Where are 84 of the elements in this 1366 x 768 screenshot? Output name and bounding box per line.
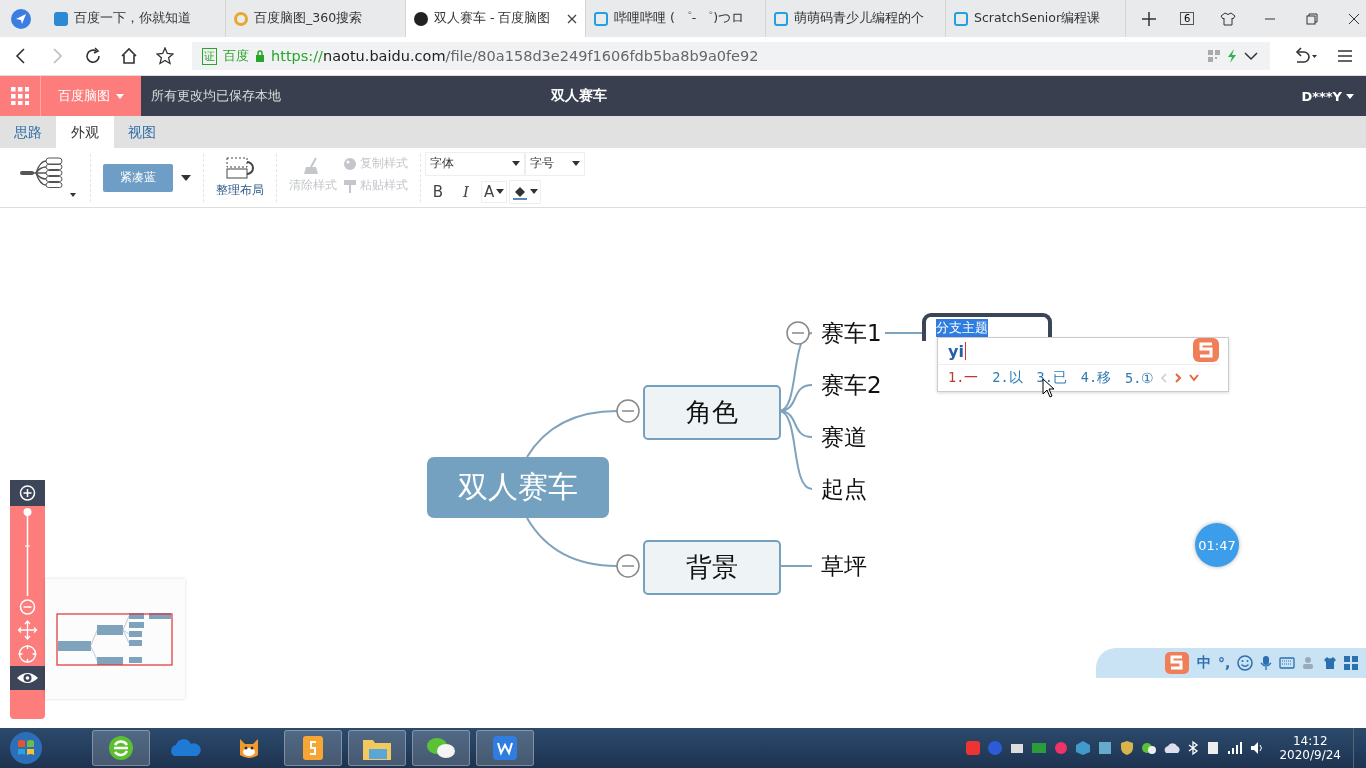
tray-app-icon[interactable] xyxy=(1053,740,1070,756)
browser-tab[interactable]: 萌萌码青少儿编程的个 xyxy=(766,0,946,37)
connector-line xyxy=(884,332,923,334)
sogou-logo-icon[interactable] xyxy=(1164,651,1190,675)
browser-tab[interactable]: ScratchSenior编程课 xyxy=(946,0,1126,37)
topic-node[interactable]: 起点 xyxy=(821,473,867,505)
user-menu[interactable]: D***Y xyxy=(1301,88,1354,104)
browser-tab[interactable]: 双人赛车 - 百度脑图 xyxy=(406,0,586,37)
cloud-icon[interactable] xyxy=(1163,740,1182,756)
close-tab-icon[interactable] xyxy=(567,13,577,24)
ime-candidate[interactable]: 1.一 xyxy=(948,369,979,387)
topic-node[interactable]: 赛道 xyxy=(821,421,867,453)
collapse-toggle-icon[interactable] xyxy=(616,399,640,423)
font-size-dropdown[interactable]: 字号 xyxy=(525,151,585,176)
cube-icon[interactable] xyxy=(1075,740,1092,756)
tray-app-icon[interactable] xyxy=(1031,740,1048,756)
folder-taskbar-icon[interactable] xyxy=(348,730,406,766)
taskbar-clock[interactable]: 14:12 2020/9/24 xyxy=(1279,734,1341,762)
chevron-down-icon[interactable] xyxy=(1244,51,1258,61)
tray-app-icon[interactable] xyxy=(965,740,982,756)
browser-tab[interactable]: 哔哩哔哩 ( ゜- ゜)つロ xyxy=(586,0,766,37)
eye-icon[interactable] xyxy=(10,666,45,690)
font-family-dropdown[interactable]: 字体 xyxy=(425,151,525,176)
collapse-toggle-icon[interactable] xyxy=(786,321,810,345)
menu-tab[interactable]: 外观 xyxy=(56,116,114,148)
document-title[interactable]: 双人赛车 xyxy=(551,87,607,105)
italic-button[interactable]: I xyxy=(453,180,479,203)
scratch-taskbar-icon[interactable] xyxy=(284,730,342,766)
ime-candidate[interactable]: 4.移 xyxy=(1080,369,1112,387)
ime-candidate[interactable]: 5.① xyxy=(1125,370,1155,386)
paint-roller-icon xyxy=(343,178,357,193)
menu-tab[interactable]: 思路 xyxy=(0,116,56,148)
layout-icon xyxy=(225,156,255,180)
font-color-button[interactable]: A xyxy=(481,180,508,203)
browser-logo-icon[interactable] xyxy=(10,7,32,30)
chat-icon[interactable] xyxy=(1141,740,1158,756)
ime-status-bar[interactable]: 中 °, xyxy=(1096,648,1366,678)
caret-icon[interactable] xyxy=(181,174,191,181)
reload-icon[interactable] xyxy=(84,47,102,65)
ime-mode-label[interactable]: °, xyxy=(1218,655,1231,671)
branch-node[interactable]: 背景 xyxy=(643,540,781,595)
address-field[interactable]: 证 百度 https://naotu.baidu.com/file/80a158d3e249f1606fdb5ba8b9a0fe92 xyxy=(192,42,1270,70)
lightning-icon[interactable] xyxy=(1226,49,1238,63)
ime-candidate[interactable]: 2.以 xyxy=(992,369,1023,387)
chat-taskbar-icon[interactable] xyxy=(412,730,470,766)
arrow-right-icon[interactable] xyxy=(1174,372,1183,384)
star-icon[interactable] xyxy=(156,47,174,65)
menu-icon[interactable] xyxy=(1336,47,1354,65)
topic-node[interactable]: 赛车2 xyxy=(821,369,882,401)
bluetooth-icon[interactable] xyxy=(1187,740,1200,756)
tray-app-icon[interactable] xyxy=(1097,740,1114,756)
bold-button[interactable]: B xyxy=(425,180,451,203)
topic-node[interactable]: 草坪 xyxy=(821,550,867,582)
zoom-slider-thumb[interactable] xyxy=(23,508,32,516)
collapse-toggle-icon[interactable] xyxy=(616,554,640,578)
zoom-in-icon[interactable] xyxy=(10,480,45,506)
shield-icon[interactable] xyxy=(1119,740,1136,756)
microphone-icon[interactable] xyxy=(1260,655,1273,671)
branch-node[interactable]: 角色 xyxy=(643,385,781,440)
browser-taskbar-icon[interactable] xyxy=(92,730,150,766)
lock-icon xyxy=(255,50,265,62)
restore-icon[interactable] xyxy=(1304,10,1321,27)
ime-pinyin-text: yi xyxy=(948,341,964,361)
topic-node[interactable]: 赛车1 xyxy=(821,317,882,349)
keyboard-icon[interactable] xyxy=(1279,657,1296,669)
fill-color-button[interactable] xyxy=(509,179,542,204)
ime-candidate[interactable]: 3.已 xyxy=(1036,369,1067,387)
signal-icon[interactable] xyxy=(1227,740,1244,756)
connector-line xyxy=(778,565,813,567)
palette-icon xyxy=(343,156,357,171)
save-status: 所有更改均已保存本地 xyxy=(151,87,281,105)
menu-tab[interactable]: 视图 xyxy=(114,116,170,148)
home-icon[interactable] xyxy=(120,47,138,65)
office-taskbar-icon[interactable] xyxy=(476,730,534,766)
ime-mode-label[interactable]: 中 xyxy=(1197,654,1211,672)
apps-grid-icon[interactable] xyxy=(0,76,41,116)
new-tab-icon[interactable] xyxy=(1142,11,1156,26)
grid-icon[interactable] xyxy=(1344,656,1359,670)
shirt-icon[interactable] xyxy=(1323,656,1338,670)
shirt-icon[interactable] xyxy=(1220,10,1237,27)
smiley-icon[interactable] xyxy=(1237,655,1254,671)
tab-count[interactable]: 6 xyxy=(1180,12,1195,25)
browser-tab[interactable]: 百度一下，你就知道 xyxy=(46,0,226,37)
arrange-layout-button[interactable]: 整理布局 xyxy=(216,156,264,199)
